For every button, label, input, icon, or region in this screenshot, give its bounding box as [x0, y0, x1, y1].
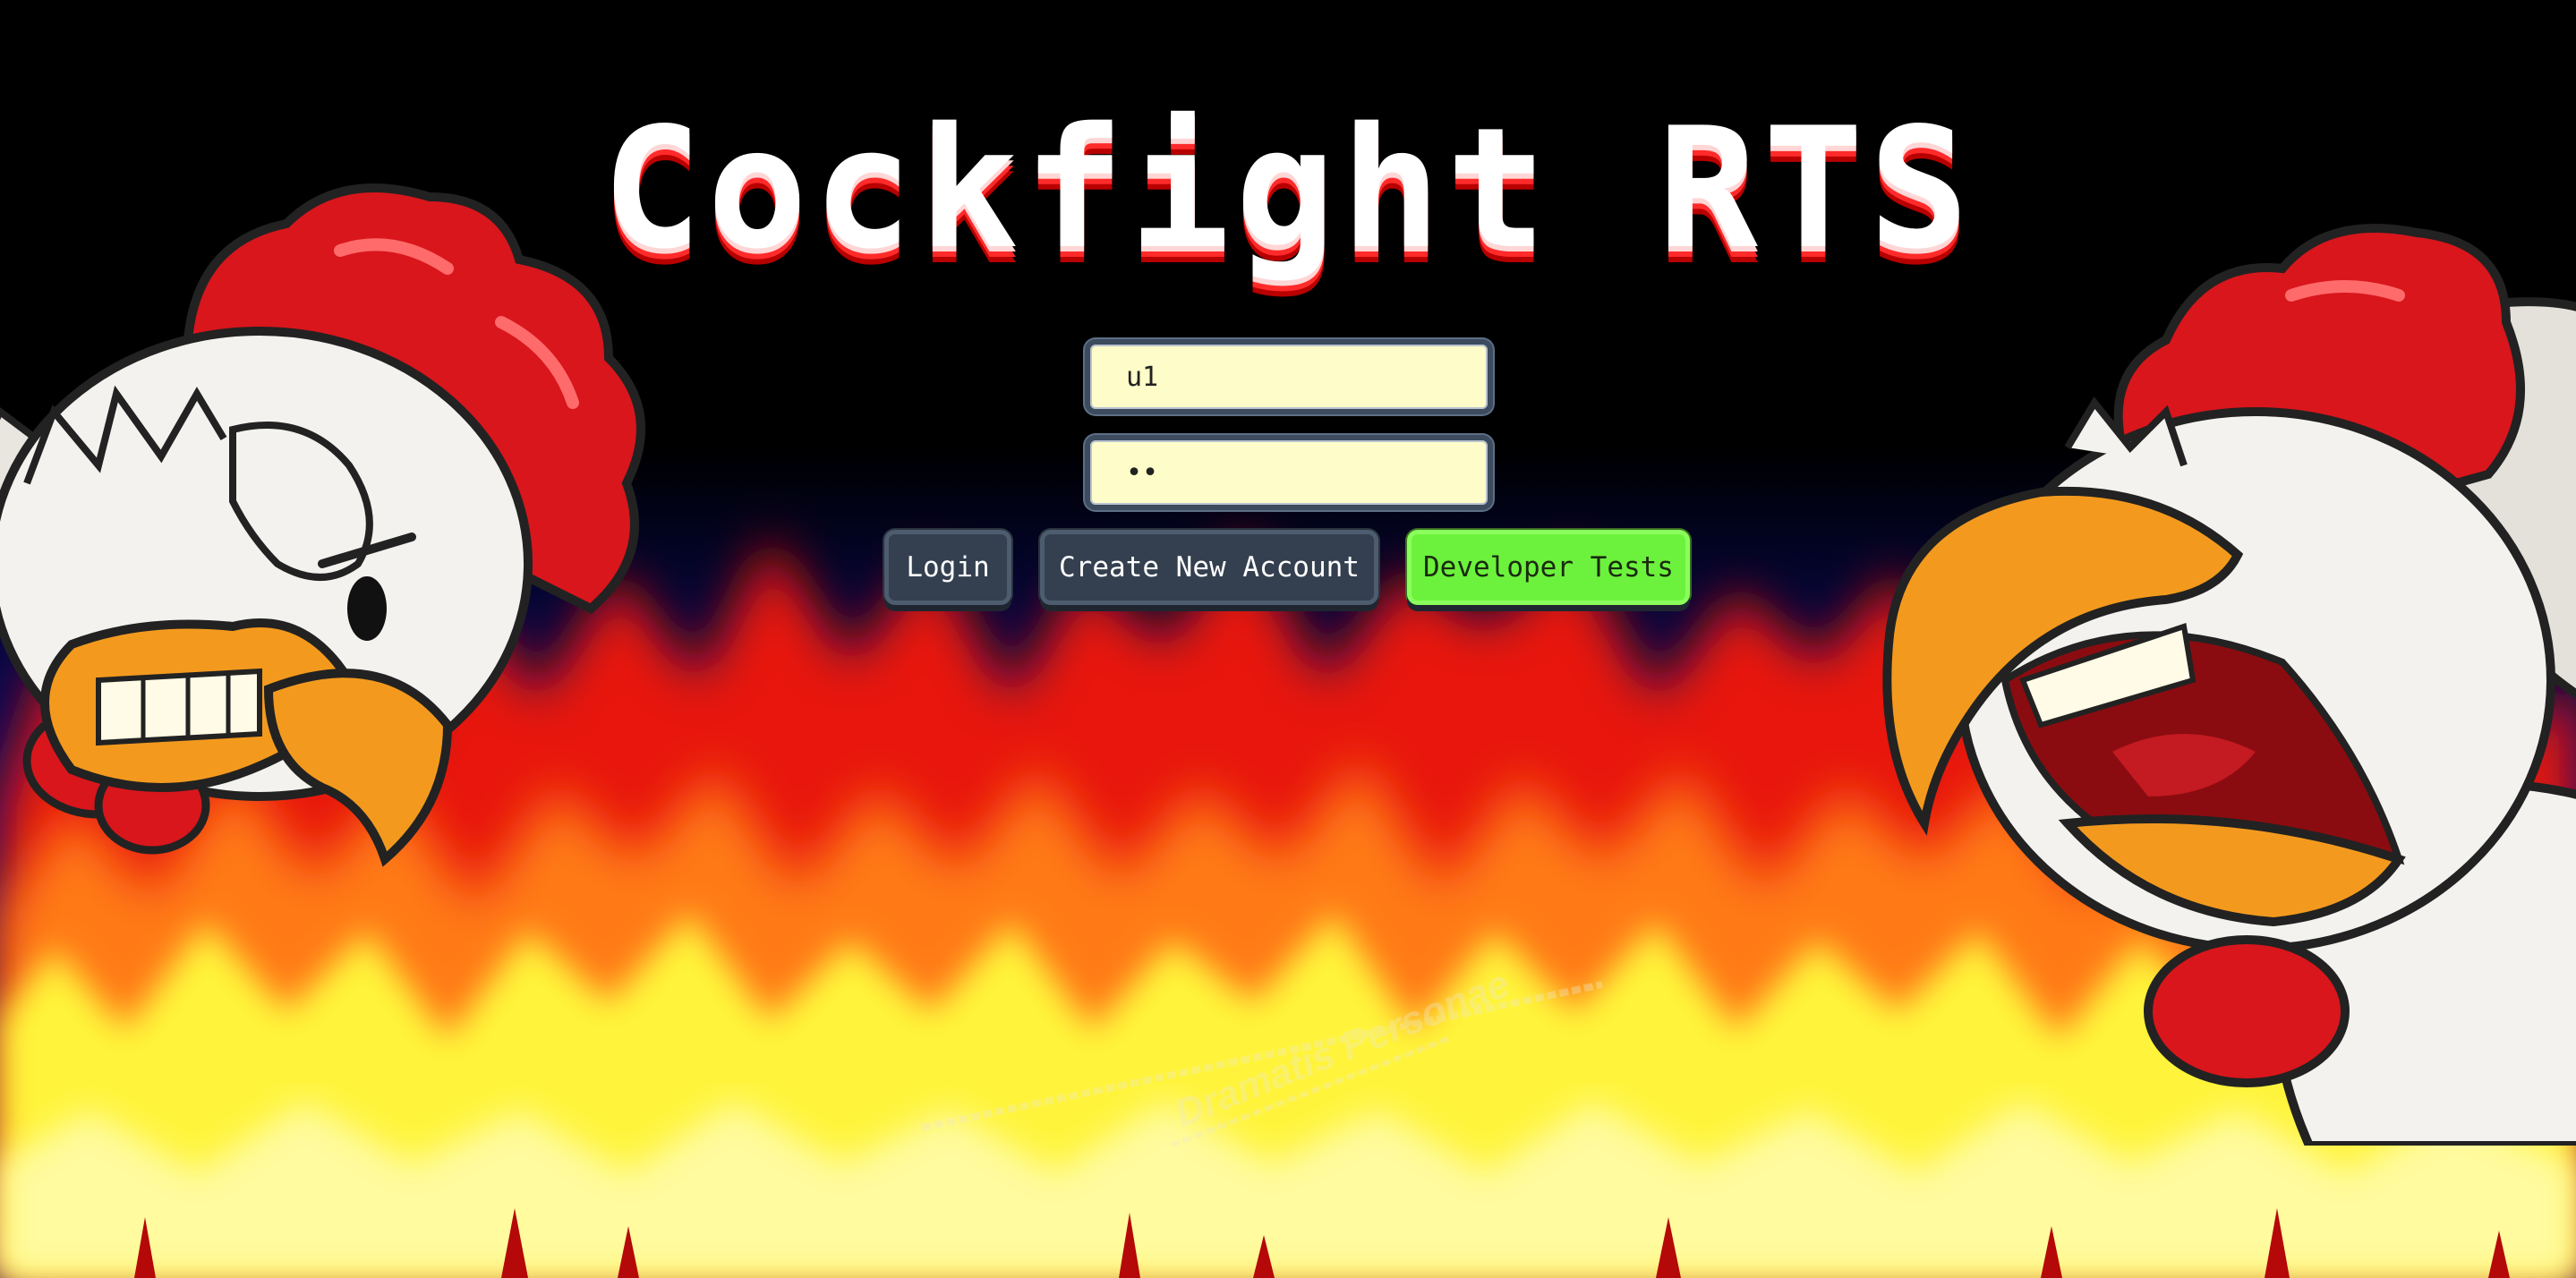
angry-rooster-right-icon [1882, 224, 2576, 1146]
login-button[interactable]: Login [884, 530, 1011, 605]
create-account-button[interactable]: Create New Account [1040, 530, 1378, 605]
watermark-logo: Dramatis Personae [921, 962, 1603, 1146]
developer-tests-button[interactable]: Developer Tests [1407, 530, 1690, 605]
game-title: Cockfight RTS [601, 91, 1975, 285]
login-screen: Dramatis Personae Cockfight RTS Login Cr… [0, 0, 2576, 1278]
watermark-text: Dramatis Personae [1168, 962, 1515, 1137]
username-input[interactable] [1085, 339, 1493, 414]
password-input[interactable] [1085, 435, 1493, 510]
